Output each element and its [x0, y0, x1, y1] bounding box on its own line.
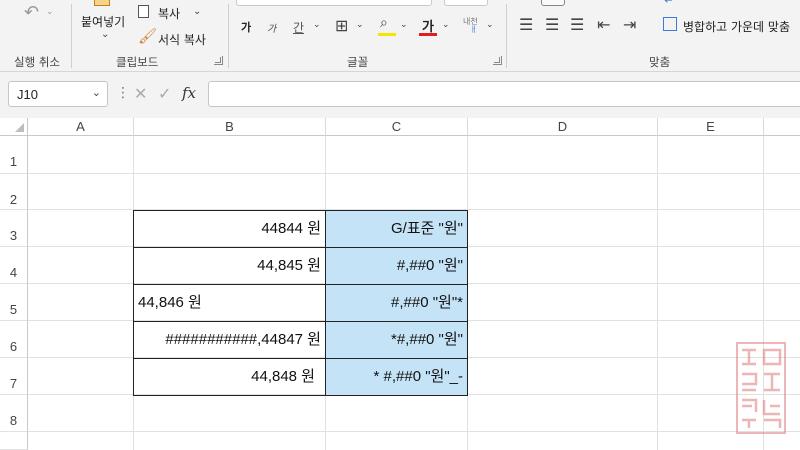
- align-right-icon[interactable]: ☰: [570, 17, 584, 33]
- phonetic-icon: ㅐ: [470, 25, 478, 34]
- merge-center-button[interactable]: 병합하고 가운데 맞춤: [683, 18, 790, 35]
- row-header-9[interactable]: [0, 432, 28, 450]
- undo-dropdown-icon[interactable]: ⌄: [46, 8, 54, 17]
- column-header-a[interactable]: A: [28, 118, 134, 136]
- font-group-label: 글꼴: [347, 55, 369, 69]
- align-left-icon[interactable]: ☰: [519, 17, 533, 33]
- column-header-d[interactable]: D: [468, 118, 658, 136]
- borders-icon[interactable]: ⊞: [335, 18, 348, 34]
- name-box-dropdown-icon[interactable]: ⌄: [92, 86, 101, 99]
- format-painter-button[interactable]: 서식 복사: [158, 31, 206, 48]
- insert-function-button[interactable]: fx: [182, 84, 196, 102]
- undo-icon[interactable]: ↶: [24, 4, 39, 22]
- underline-button[interactable]: 간: [293, 19, 304, 36]
- cell-c4[interactable]: #,##0 "원": [326, 248, 468, 285]
- cell-b7[interactable]: 44,848 원: [133, 359, 326, 396]
- row-header-4[interactable]: 4: [0, 247, 28, 284]
- formula-bar: J10 ⌄ ⋮ ✕ ✓ fx: [0, 72, 800, 118]
- increase-indent-icon[interactable]: ⇥: [623, 17, 636, 33]
- undo-group-label: 실행 취소: [14, 55, 60, 69]
- cell-b3[interactable]: 44844 원: [133, 211, 326, 248]
- format-painter-icon[interactable]: 🖌: [138, 29, 157, 44]
- formula-bar-grip-icon: ⋮: [116, 85, 130, 101]
- row-header-3[interactable]: 3: [0, 210, 28, 247]
- clipboard-launcher-icon[interactable]: [214, 56, 223, 65]
- enter-icon[interactable]: ✓: [158, 84, 171, 103]
- cell-b6[interactable]: ###########,44847 원: [133, 322, 326, 359]
- cell-c5[interactable]: #,##0 "원"*: [326, 285, 468, 322]
- row-header-7[interactable]: 7: [0, 358, 28, 395]
- copy-dropdown-icon[interactable]: ⌄: [193, 7, 201, 17]
- alignment-group-label: 맞춤: [649, 55, 671, 69]
- column-header-b[interactable]: B: [134, 118, 326, 136]
- paste-dropdown-icon[interactable]: ⌄: [101, 30, 109, 40]
- copy-icon[interactable]: [138, 5, 149, 18]
- cell-b4[interactable]: 44,845 원: [133, 248, 326, 285]
- wrap-text-icon[interactable]: ↵: [664, 0, 674, 6]
- row-header-5[interactable]: 5: [0, 284, 28, 321]
- paste-button[interactable]: 붙여넣기: [81, 13, 125, 30]
- copy-button[interactable]: 복사: [158, 5, 180, 22]
- formula-input[interactable]: [208, 81, 800, 107]
- decrease-font-size-button[interactable]: 가: [267, 20, 276, 35]
- cell-c3[interactable]: G/표준 "원": [326, 211, 468, 248]
- top-align-box-icon[interactable]: [541, 0, 565, 6]
- font-size-combo[interactable]: [444, 0, 488, 6]
- font-launcher-icon[interactable]: [493, 56, 502, 65]
- fill-color-icon[interactable]: ⌕: [380, 16, 388, 30]
- column-header-f[interactable]: [764, 118, 800, 136]
- column-header-c[interactable]: C: [326, 118, 468, 136]
- column-header-e[interactable]: E: [658, 118, 764, 136]
- font-name-combo[interactable]: [236, 0, 432, 6]
- merge-center-icon[interactable]: [663, 17, 677, 31]
- increase-font-size-button[interactable]: 가: [241, 19, 251, 35]
- cell-c7[interactable]: * #,##0 "원"_-: [326, 359, 468, 396]
- name-box-value: J10: [17, 87, 38, 102]
- decrease-indent-icon[interactable]: ⇤: [597, 17, 610, 33]
- select-all-button[interactable]: [0, 118, 28, 136]
- paste-icon[interactable]: [94, 0, 110, 6]
- phonetic-dropdown-icon[interactable]: ⌄: [486, 21, 494, 30]
- fill-color-bar: [378, 33, 396, 36]
- cell-b5[interactable]: 44,846 원: [133, 285, 326, 322]
- row-header-2[interactable]: 2: [0, 174, 28, 210]
- fill-color-dropdown-icon[interactable]: ⌄: [400, 21, 408, 30]
- align-center-icon[interactable]: ☰: [545, 17, 559, 33]
- font-color-dropdown-icon[interactable]: ⌄: [442, 21, 450, 30]
- row-header-6[interactable]: 6: [0, 321, 28, 358]
- name-box[interactable]: J10 ⌄: [8, 81, 108, 107]
- row-header-8[interactable]: 8: [0, 395, 28, 432]
- font-color-bar: [419, 33, 437, 36]
- seal-stamp-icon: [736, 342, 786, 434]
- clipboard-group-label: 클립보드: [116, 55, 159, 69]
- cell-c6[interactable]: *#,##0 "원": [326, 322, 468, 359]
- borders-dropdown-icon[interactable]: ⌄: [356, 21, 364, 30]
- underline-dropdown-icon[interactable]: ⌄: [313, 21, 321, 30]
- cancel-icon[interactable]: ✕: [134, 84, 147, 103]
- row-header-1[interactable]: 1: [0, 136, 28, 174]
- ribbon: ↶ ⌄ 실행 취소 붙여넣기 ⌄ 복사 ⌄ 🖌 서식 복사 클립보드 가 가 간…: [0, 0, 800, 72]
